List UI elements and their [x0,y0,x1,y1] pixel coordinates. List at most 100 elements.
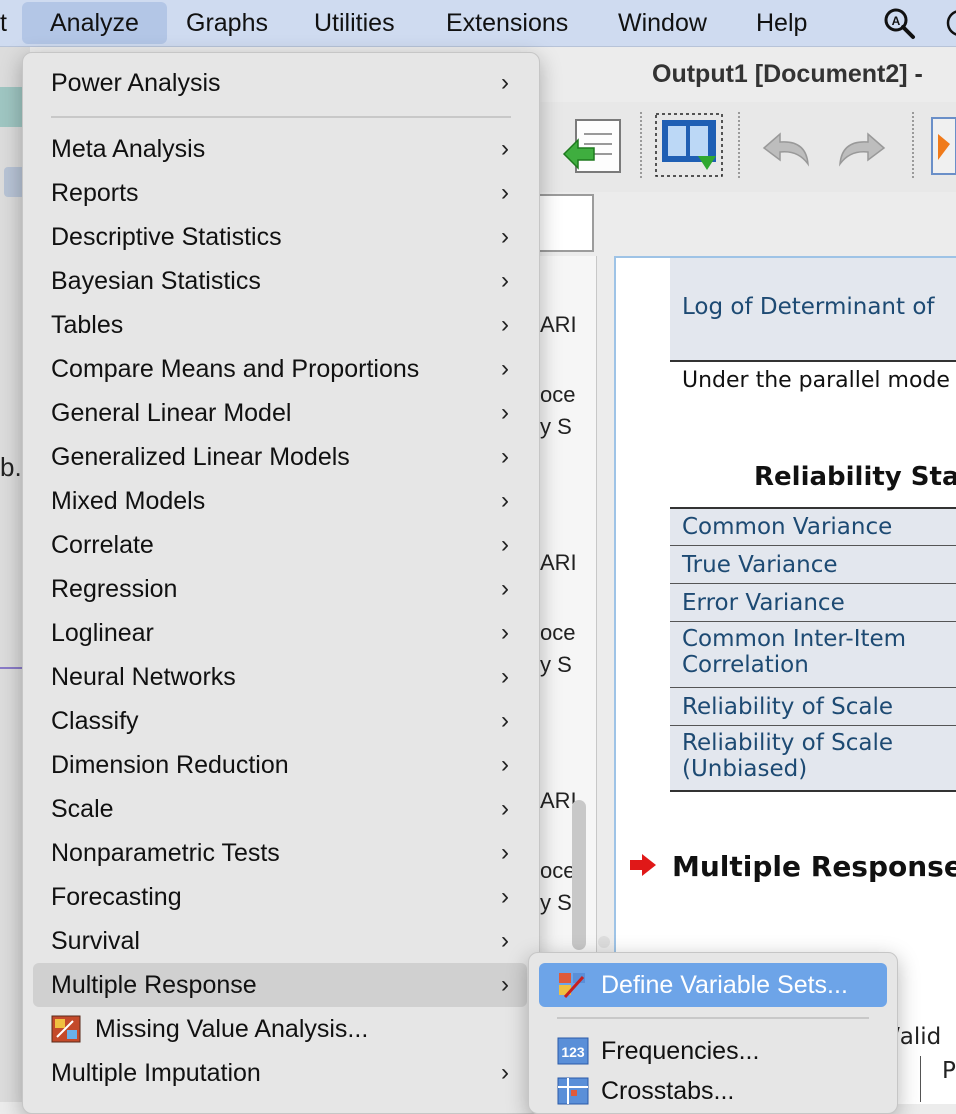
menu-item-nonparametric-tests[interactable]: Nonparametric Tests › [33,831,527,875]
navigator-scrollbar[interactable] [572,800,586,950]
undo-icon[interactable] [758,128,814,168]
submenu-item-frequencies[interactable]: 123 Frequencies... [539,1029,887,1073]
submenu-item-label: Define Variable Sets... [601,971,848,999]
window-title: Output1 [Document2] - [652,60,923,88]
nav-fragment[interactable]: oce [540,620,575,646]
menu-item-label: Descriptive Statistics [51,223,282,251]
menu-item-survival[interactable]: Survival › [33,919,527,963]
current-item-arrow-icon [630,854,656,876]
table-rule [670,545,956,546]
menu-item-label: Neural Networks [51,663,236,691]
nav-fragment[interactable]: y S [540,414,572,440]
menu-graphs[interactable]: Graphs [186,0,268,46]
chevron-right-icon: › [501,355,509,382]
search-icon[interactable]: A [882,6,916,40]
reliability-table-title: Reliability Sta [754,462,956,492]
menu-item-label: Nonparametric Tests [51,839,280,867]
menu-item-descriptive-statistics[interactable]: Descriptive Statistics › [33,215,527,259]
menu-item-scale[interactable]: Scale › [33,787,527,831]
redo-icon[interactable] [834,128,890,168]
nav-fragment[interactable]: oce [540,858,575,884]
chevron-right-icon: › [501,971,509,998]
menu-item-regression[interactable]: Regression › [33,567,527,611]
nav-fragment[interactable]: y S [540,652,572,678]
menu-item-missing-value-analysis[interactable]: Missing Value Analysis... [33,1007,527,1051]
multiple-response-submenu: Define Variable Sets... 123 Frequencies.… [528,952,898,1114]
submenu-item-label: Crosstabs... [601,1077,735,1105]
menu-window[interactable]: Window [618,0,707,46]
menu-item-generalized-linear-models[interactable]: Generalized Linear Models › [33,435,527,479]
svg-text:A: A [892,14,901,28]
chevron-right-icon: › [501,663,509,690]
chevron-right-icon: › [501,443,509,470]
chevron-right-icon: › [501,311,509,338]
menu-item-reports[interactable]: Reports › [33,171,527,215]
menu-item-label: General Linear Model [51,399,292,427]
left-fragment-text: b. [0,452,22,482]
chevron-right-icon: › [501,223,509,250]
row-reliability-scale: Reliability of Scale [682,694,894,720]
menu-item-label: Missing Value Analysis... [95,1015,369,1043]
nav-fragment[interactable]: ARI [540,550,577,576]
chevron-right-icon: › [501,619,509,646]
row-true-variance: True Variance [682,552,838,578]
chevron-right-icon: › [501,795,509,822]
menu-item-compare-means[interactable]: Compare Means and Proportions › [33,347,527,391]
menu-item-forecasting[interactable]: Forecasting › [33,875,527,919]
nav-fragment[interactable]: ARI [540,312,577,338]
menu-edit-fragment[interactable]: t [0,0,7,46]
control-center-icon[interactable] [944,6,956,40]
menu-item-general-linear-model[interactable]: General Linear Model › [33,391,527,435]
table-rule [670,360,956,362]
chevron-right-icon: › [501,69,509,96]
row-common-variance: Common Variance [682,514,893,540]
menu-help[interactable]: Help [756,0,807,46]
menu-item-dimension-reduction[interactable]: Dimension Reduction › [33,743,527,787]
menu-extensions[interactable]: Extensions [446,0,568,46]
chevron-right-icon: › [501,135,509,162]
menu-item-loglinear[interactable]: Loglinear › [33,611,527,655]
menu-item-multiple-response[interactable]: Multiple Response › [33,963,527,1007]
chevron-right-icon: › [501,883,509,910]
chevron-right-icon: › [501,267,509,294]
chevron-right-icon: › [501,1059,509,1086]
parallel-model-note: Under the parallel mode [682,368,950,393]
menu-item-neural-networks[interactable]: Neural Networks › [33,655,527,699]
menu-item-correlate[interactable]: Correlate › [33,523,527,567]
chevron-right-icon: › [501,531,509,558]
toolbar-separator [912,112,914,178]
menu-item-meta-analysis[interactable]: Meta Analysis › [33,127,527,171]
table-rule [670,790,956,792]
menu-item-multiple-imputation[interactable]: Multiple Imputation › [33,1051,527,1095]
row-error-variance: Error Variance [682,590,845,616]
nav-fragment[interactable]: y S [540,890,572,916]
menu-item-label: Dimension Reduction [51,751,289,779]
define-sets-icon [559,973,585,999]
analyze-menu: Power Analysis › Meta Analysis › Reports… [22,52,540,1114]
menu-item-label: Multiple Imputation [51,1059,261,1087]
menu-item-bayesian-statistics[interactable]: Bayesian Statistics › [33,259,527,303]
table-rule [670,621,956,622]
log-determinant-label: Log of Determinant of [682,294,935,320]
export-document-icon[interactable] [560,114,626,178]
toolbar-separator [640,112,642,178]
menu-item-label: Bayesian Statistics [51,267,261,295]
table-rule [670,687,956,688]
menu-item-label: Meta Analysis [51,135,206,163]
missing-value-analysis-icon [51,1015,81,1043]
menu-utilities[interactable]: Utilities [314,0,395,46]
insert-output-icon[interactable] [654,112,724,178]
menu-item-classify[interactable]: Classify › [33,699,527,743]
menu-item-label: Generalized Linear Models [51,443,350,471]
goto-case-icon[interactable] [930,114,956,178]
menu-item-power-analysis[interactable]: Power Analysis › [33,61,527,105]
submenu-item-crosstabs[interactable]: Crosstabs... [539,1069,887,1113]
menu-item-tables[interactable]: Tables › [33,303,527,347]
menu-analyze[interactable]: Analyze [22,2,167,44]
menu-item-mixed-models[interactable]: Mixed Models › [33,479,527,523]
valid-fragment: /alid [892,1024,942,1050]
nav-fragment[interactable]: oce [540,382,575,408]
submenu-item-define-variable-sets[interactable]: Define Variable Sets... [539,963,887,1007]
pane-resize-handle[interactable] [598,936,610,948]
toolbar-input-field[interactable] [538,194,594,252]
